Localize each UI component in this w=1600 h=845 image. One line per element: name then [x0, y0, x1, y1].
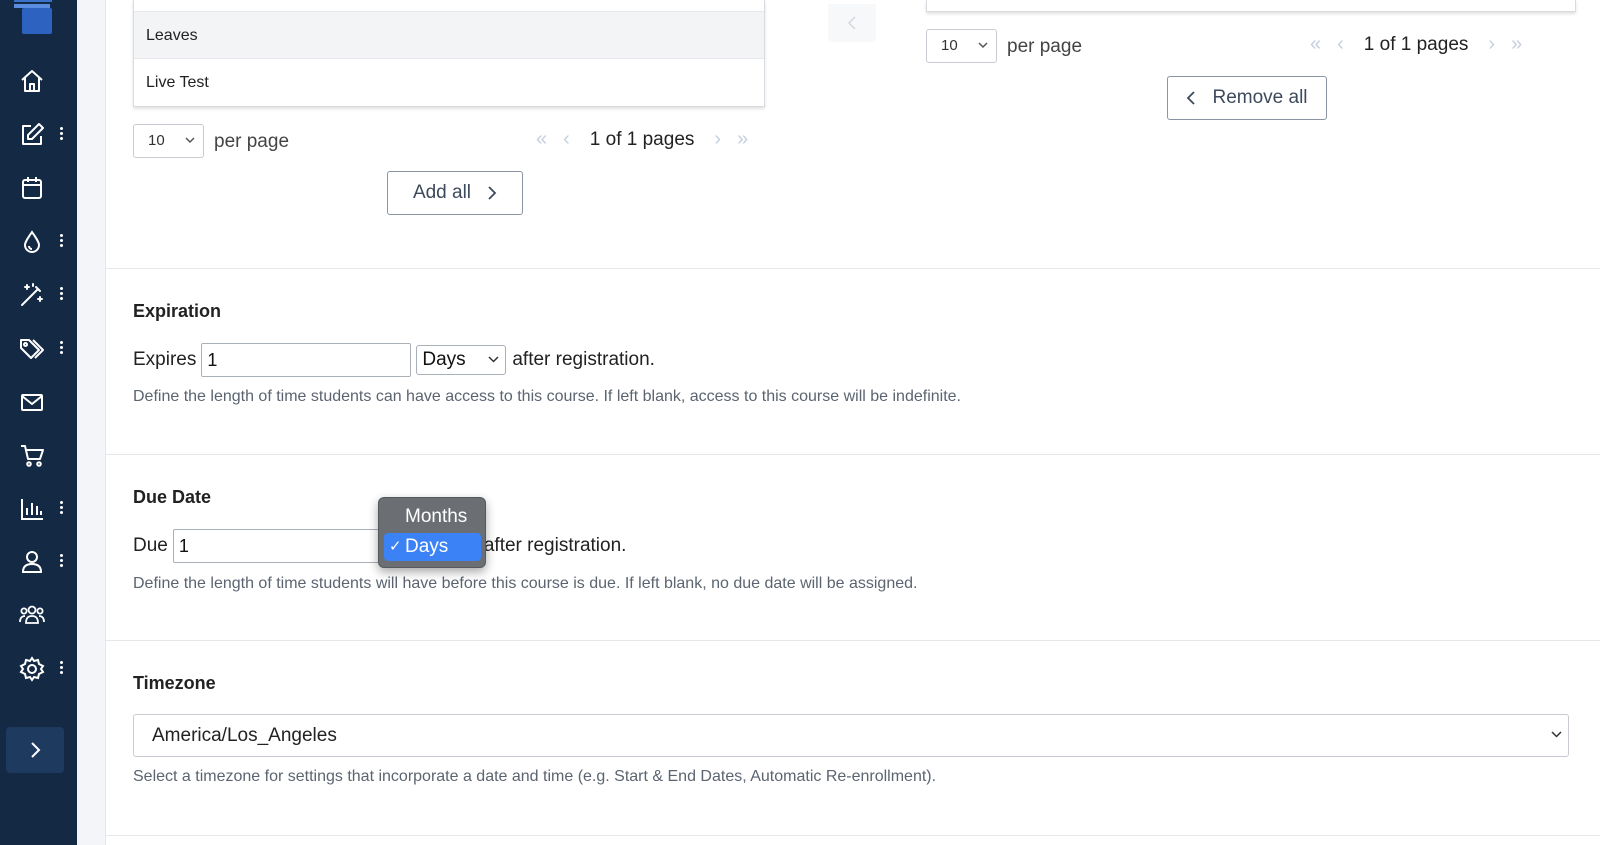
timezone-title: Timezone: [133, 673, 216, 693]
chevron-left-icon: [847, 16, 856, 30]
due-unit-dropdown: Months ✓ Days: [378, 497, 486, 568]
pagination: « ‹ 1 of 1 pages › »: [1302, 33, 1530, 56]
tags-icon: [20, 339, 44, 359]
expiration-unit-value: Days: [422, 349, 466, 370]
available-list: Leaves Live Test: [133, 0, 765, 107]
chevron-down-icon: [978, 42, 988, 49]
user-icon: [21, 551, 43, 573]
users-icon: [19, 605, 45, 624]
per-page-label: per page: [214, 131, 290, 152]
cart-icon: [21, 445, 44, 467]
due-label: Due: [133, 535, 168, 556]
remove-all-button[interactable]: Remove all: [1167, 76, 1327, 120]
sidebar-item-reports[interactable]: [0, 487, 77, 527]
per-page-label: per page: [1007, 36, 1083, 57]
chevron-down-icon: [488, 356, 499, 363]
chevron-right-icon: [31, 742, 41, 758]
last-page-icon[interactable]: »: [737, 128, 748, 151]
sidebar-item-home[interactable]: [0, 59, 77, 99]
add-all-button[interactable]: Add all: [387, 171, 523, 215]
per-page-select[interactable]: 10: [926, 29, 997, 63]
list-item[interactable]: Live Test: [134, 58, 764, 105]
divider: [106, 454, 1600, 455]
expiration-help: Define the length of time students can h…: [133, 388, 961, 405]
first-page-icon[interactable]: «: [1310, 33, 1321, 56]
more-menu-icon[interactable]: [58, 659, 64, 676]
logo-icon[interactable]: [14, 0, 52, 34]
expiration-value-input[interactable]: 1: [201, 343, 412, 377]
more-menu-icon[interactable]: [58, 339, 64, 356]
sidebar-item-settings[interactable]: [0, 647, 77, 687]
bar-chart-icon: [21, 499, 43, 520]
list-item[interactable]: Leaves: [134, 11, 764, 58]
sidebar-item-edit[interactable]: [0, 113, 77, 153]
drop-icon: [23, 230, 41, 253]
more-menu-icon[interactable]: [58, 285, 64, 302]
next-page-icon[interactable]: ›: [714, 128, 721, 151]
page-indicator: 1 of 1 pages: [1363, 33, 1469, 55]
sidebar-item-mail[interactable]: [0, 380, 77, 420]
calendar-icon: [22, 177, 42, 199]
next-page-icon[interactable]: ›: [1488, 33, 1495, 56]
last-page-icon[interactable]: »: [1511, 33, 1522, 56]
prev-page-icon[interactable]: ‹: [563, 128, 570, 151]
dropdown-option-label: Days: [405, 536, 449, 557]
expires-label: Expires: [133, 349, 197, 370]
prev-page-icon[interactable]: ‹: [1337, 33, 1344, 56]
more-menu-icon[interactable]: [58, 499, 64, 516]
due-date-help: Define the length of time students will …: [133, 575, 918, 592]
dropdown-option-days[interactable]: ✓ Days: [384, 533, 481, 561]
more-menu-icon[interactable]: [58, 125, 64, 142]
expiration-unit-select[interactable]: Days: [416, 345, 507, 375]
expiration-suffix: after registration.: [512, 349, 655, 370]
gear-icon: [19, 656, 45, 682]
remove-all-label: Remove all: [1212, 87, 1308, 108]
main-content: Leaves Live Test 10 per page « ‹ 1 of 1 …: [105, 0, 1600, 845]
sidebar-item-tags[interactable]: [0, 327, 77, 367]
add-all-label: Add all: [412, 182, 472, 203]
sidebar-item-drop[interactable]: [0, 220, 77, 260]
pagination: « ‹ 1 of 1 pages › »: [528, 128, 756, 151]
edit-icon: [22, 123, 44, 145]
sidebar-item-calendar[interactable]: [0, 166, 77, 206]
dropdown-option-months[interactable]: Months: [384, 503, 481, 531]
chevron-right-icon: [488, 186, 497, 200]
divider: [106, 268, 1600, 269]
selected-list: [926, 0, 1576, 12]
move-left-button[interactable]: [828, 4, 876, 42]
expand-sidebar-button[interactable]: [6, 727, 64, 773]
expiration-title: Expiration: [133, 301, 222, 321]
sidebar-item-groups[interactable]: [0, 593, 77, 633]
sidebar-item-magic-wand[interactable]: [0, 273, 77, 313]
due-suffix: after registration.: [483, 535, 627, 556]
sidebar-item-user[interactable]: [0, 540, 77, 580]
first-page-icon[interactable]: «: [536, 128, 547, 151]
magic-wand-icon: [21, 283, 43, 306]
due-date-title: Due Date: [133, 487, 212, 507]
home-icon: [21, 70, 43, 92]
divider: [106, 640, 1600, 641]
chevron-left-icon: [1187, 91, 1196, 105]
more-menu-icon[interactable]: [58, 232, 64, 249]
timezone-select[interactable]: America/Los_Angeles: [133, 714, 1569, 757]
due-value-input[interactable]: 1: [172, 529, 383, 563]
sidebar-item-cart[interactable]: [0, 433, 77, 473]
mail-icon: [21, 394, 43, 411]
per-page-select[interactable]: 10: [133, 124, 204, 158]
timezone-value: America/Los_Angeles: [152, 725, 337, 746]
chevron-down-icon: [1551, 731, 1562, 738]
timezone-help: Select a timezone for settings that inco…: [133, 768, 937, 785]
page-indicator: 1 of 1 pages: [589, 128, 695, 150]
chevron-down-icon: [185, 137, 195, 144]
more-menu-icon[interactable]: [58, 552, 64, 569]
checkmark-icon: ✓: [389, 538, 402, 555]
divider: [106, 835, 1600, 836]
expiration-row: Expires 1 Days after registration.: [133, 343, 655, 377]
sidebar: [0, 0, 77, 845]
